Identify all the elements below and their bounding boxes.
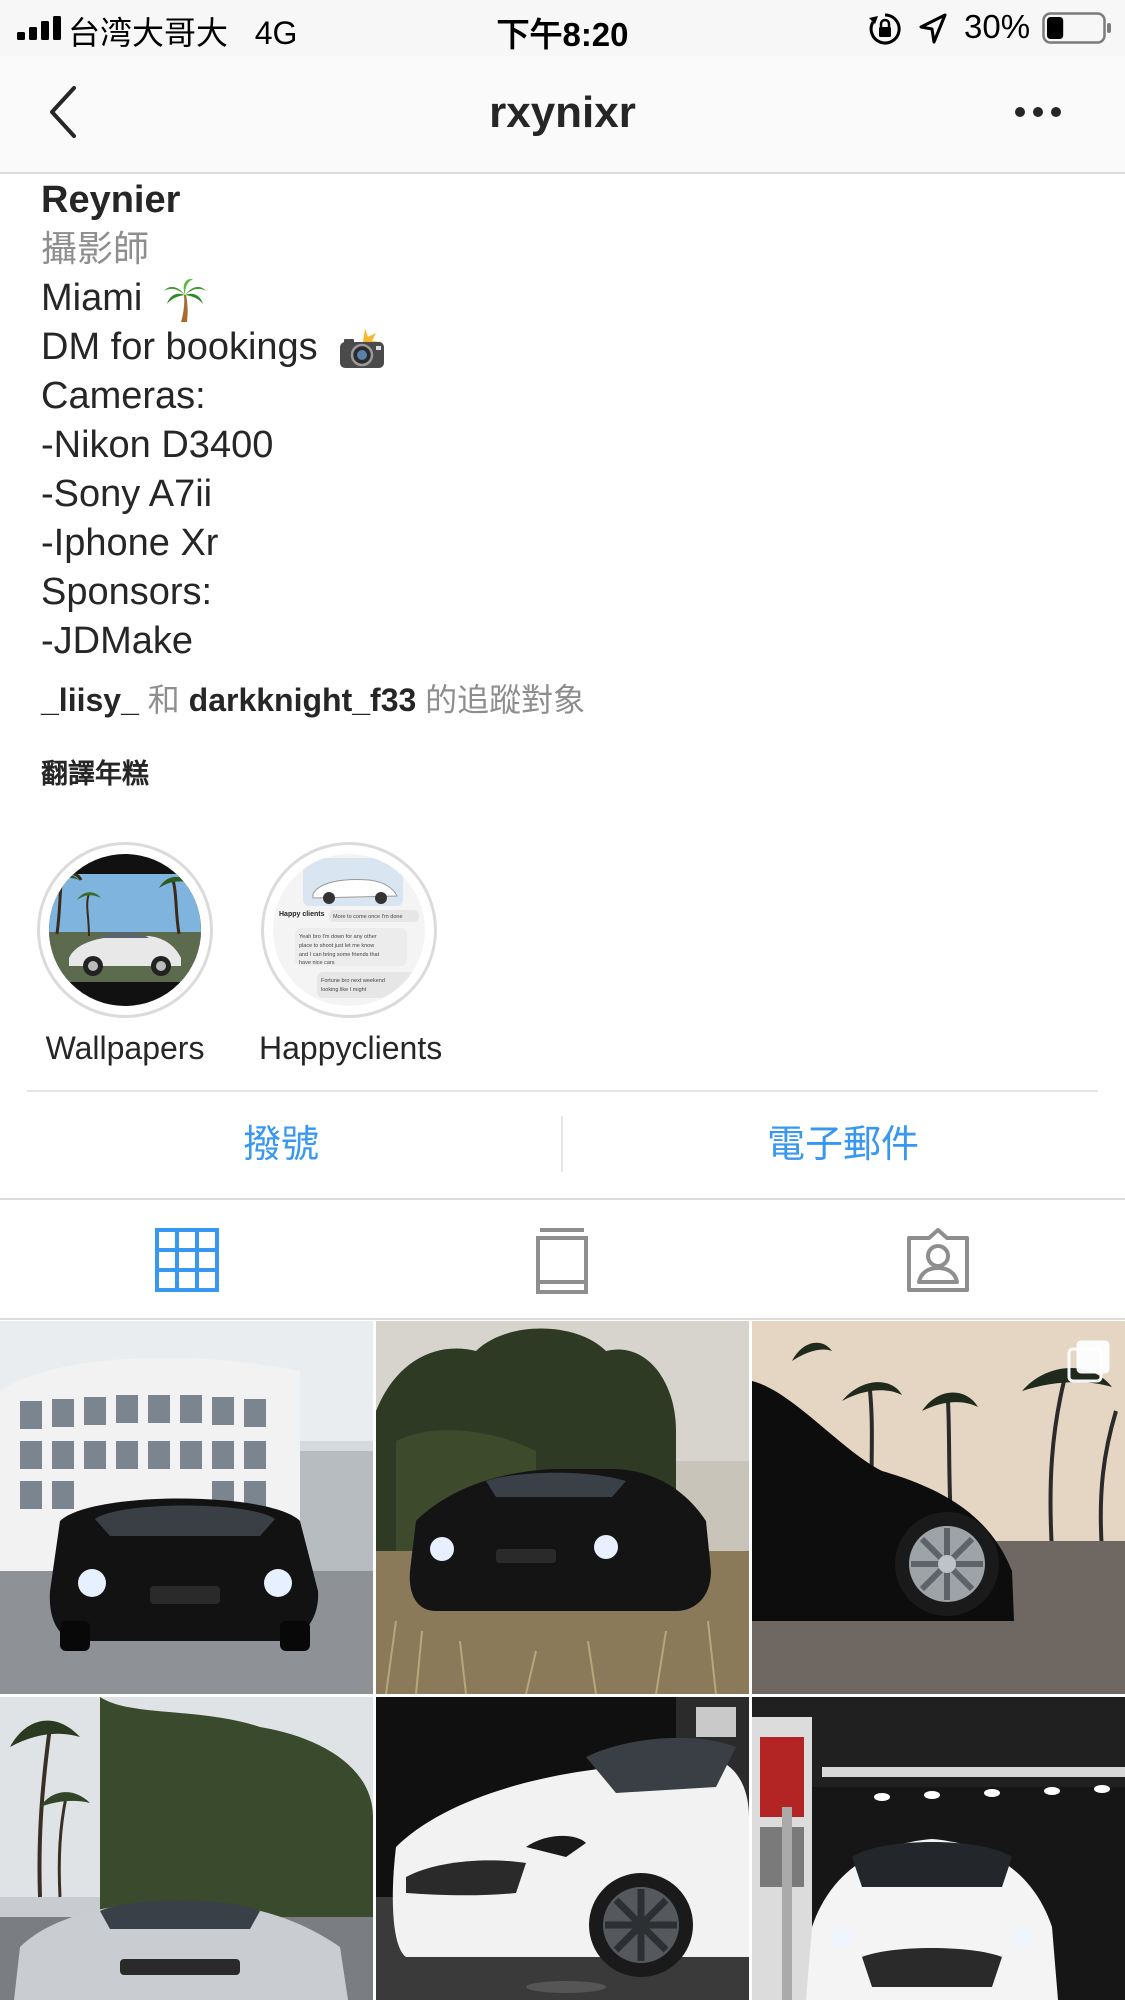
email-button[interactable]: 電子郵件 xyxy=(562,1092,1124,1198)
bio-line: -Nikon D3400 xyxy=(41,424,274,466)
bio-line: -Iphone Xr xyxy=(41,522,219,564)
bio-line: -JDMake xyxy=(41,620,194,662)
location-arrow-icon xyxy=(919,13,947,44)
post-thumbnail[interactable] xyxy=(376,1321,749,1694)
camera-flash-icon xyxy=(340,327,385,368)
tagged-person-icon[interactable] xyxy=(905,1228,971,1292)
profile-header: rxynixr xyxy=(0,56,1125,174)
igtv-icon[interactable] xyxy=(530,1228,594,1294)
palm-tree-icon xyxy=(163,278,206,322)
highlight-happyclients[interactable]: Happy clients More to come once I'm done… xyxy=(259,842,443,1067)
grid-icon[interactable] xyxy=(155,1228,219,1292)
divider xyxy=(0,1318,1125,1320)
tab-igtv[interactable] xyxy=(375,1200,750,1318)
post-thumbnail[interactable] xyxy=(0,1697,373,2000)
follower-username[interactable]: _liisy_ xyxy=(41,682,139,718)
highlight-label: Happyclients xyxy=(259,1030,443,1066)
contact-buttons: 撥號 電子郵件 xyxy=(0,1092,1125,1198)
page-title: rxynixr xyxy=(489,88,636,137)
bio-line: DM for bookings xyxy=(41,323,1081,372)
bio-line: Cameras: xyxy=(41,375,206,417)
profile-category: 攝影師 xyxy=(41,228,150,269)
clock: 下午8:20 xyxy=(496,16,629,53)
highlight-label: Wallpapers xyxy=(45,1030,205,1066)
battery-icon xyxy=(1042,12,1111,44)
tab-tagged[interactable] xyxy=(750,1200,1125,1318)
more-horizontal-icon[interactable] xyxy=(1012,100,1064,124)
call-button[interactable]: 撥號 xyxy=(0,1092,562,1198)
bio-line: Miami xyxy=(41,274,1081,323)
multiple-posts-icon xyxy=(1067,1340,1110,1383)
profile-bio: Reynier 攝影師 Miami DM for bookings Camera… xyxy=(41,176,1081,666)
highlight-wallpapers[interactable]: Wallpapers xyxy=(35,842,215,1067)
bio-line: Sponsors: xyxy=(41,571,213,613)
battery-percent: 30% xyxy=(964,8,1031,45)
post-thumbnail[interactable] xyxy=(376,1697,749,2000)
highlight-ring[interactable] xyxy=(37,842,213,1018)
post-thumbnail[interactable] xyxy=(0,1321,373,1694)
profile-name: Reynier xyxy=(41,179,181,221)
preview-title: Happy clients xyxy=(279,911,325,918)
status-bar: 台湾大哥大 4G 下午8:20 30% xyxy=(0,0,1125,56)
highlight-ring[interactable]: Happy clients More to come once I'm done… xyxy=(261,842,437,1018)
followed-by-conjunction: 和 xyxy=(147,682,180,718)
tab-grid[interactable] xyxy=(0,1200,375,1318)
orientation-lock-icon xyxy=(869,13,901,45)
highlight-cover: Happy clients More to come once I'm done… xyxy=(273,854,425,1006)
translate-link[interactable]: 翻譯年糕 xyxy=(41,752,149,791)
posts-grid xyxy=(0,1321,1125,2000)
followed-by[interactable]: _liisy_ 和 darkknight_f33 的追蹤對象 xyxy=(41,676,585,724)
followed-by-suffix: 的追蹤對象 xyxy=(425,682,586,718)
post-thumbnail[interactable] xyxy=(752,1321,1125,1694)
preview-message: More to come once I'm done xyxy=(333,914,403,920)
bio-line: -Sony A7ii xyxy=(41,473,213,515)
post-thumbnail[interactable] xyxy=(752,1697,1125,2000)
profile-tabs xyxy=(0,1200,1125,1318)
highlight-cover xyxy=(49,854,201,1006)
follower-username[interactable]: darkknight_f33 xyxy=(189,682,417,718)
